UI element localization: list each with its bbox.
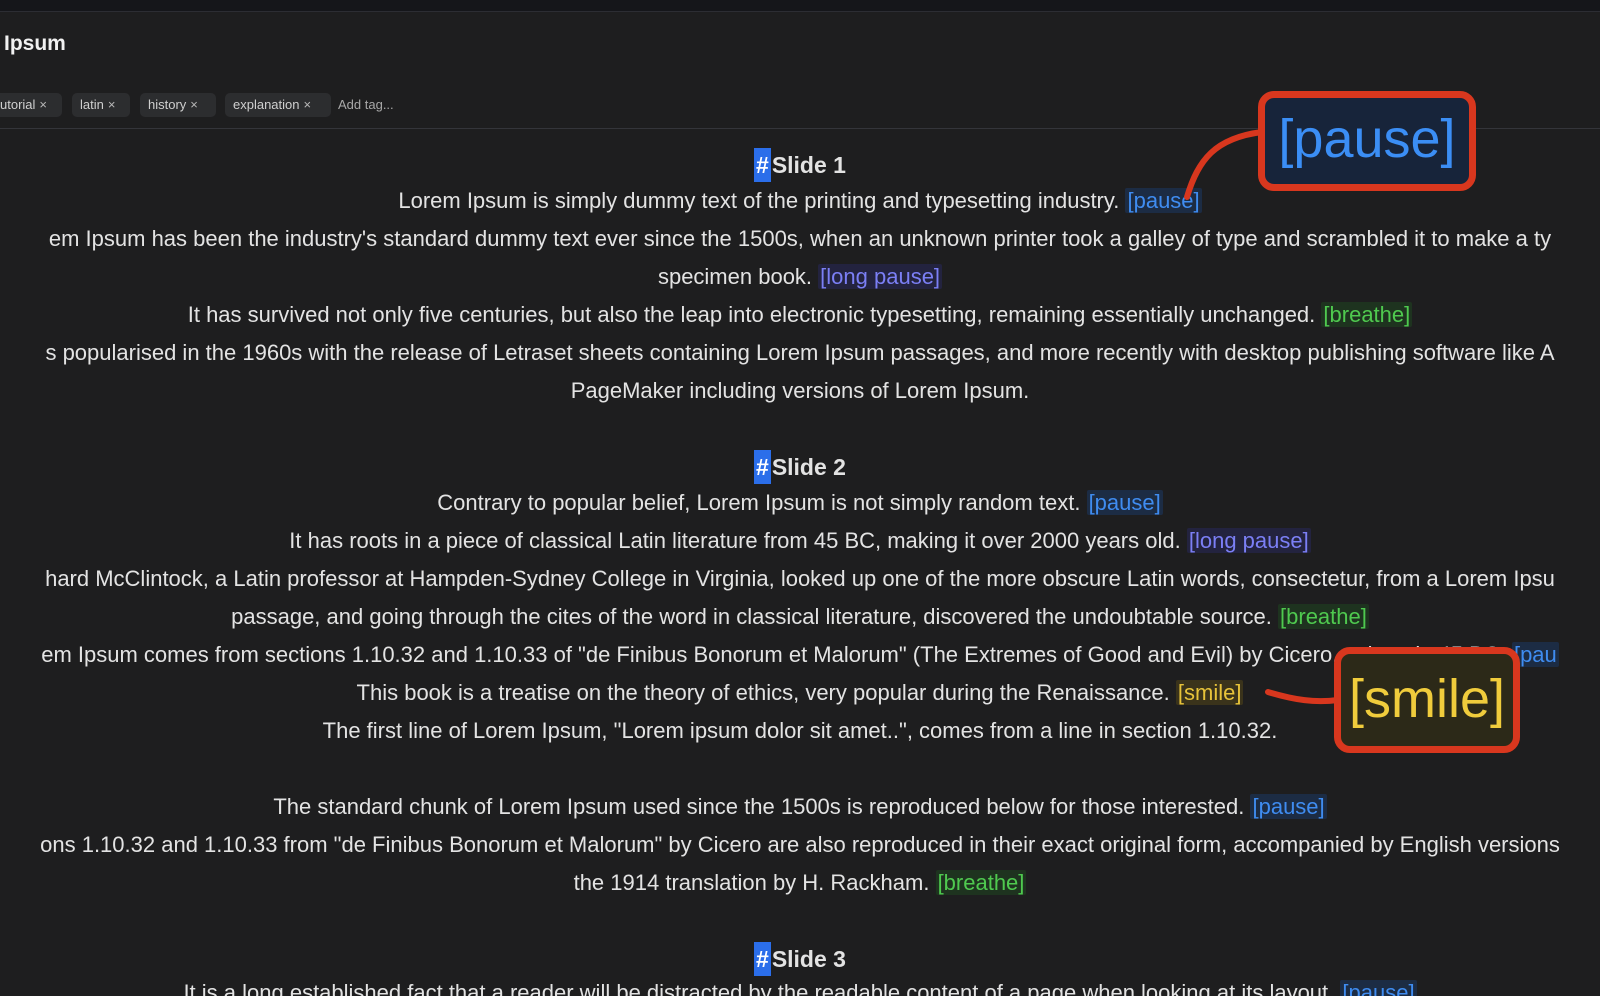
script-text: Contrary to popular belief, Lorem Ipsum … [437, 490, 1081, 515]
smile-cue-tag[interactable]: [smile] [1175, 680, 1244, 705]
script-line[interactable]: hard McClintock, a Latin professor at Ha… [0, 564, 1600, 594]
tag-chip[interactable]: history × [140, 93, 216, 117]
script-text: em Ipsum has been the industry's standar… [48, 226, 1552, 251]
script-text: This book is a treatise on the theory of… [356, 680, 1170, 705]
top-toolbar [0, 0, 1600, 12]
tag-chip[interactable]: latin × [72, 93, 130, 117]
heading-hash-marker: # [754, 148, 771, 182]
breathe-cue-tag[interactable]: [breathe] [1321, 302, 1413, 327]
script-line[interactable]: It is a long established fact that a rea… [0, 978, 1600, 996]
pause-cue-tag[interactable]: [pause] [1340, 980, 1417, 996]
script-text: specimen book. [657, 264, 813, 289]
script-line[interactable]: specimen book. [long pause] [0, 262, 1600, 292]
heading-hash-marker: # [754, 942, 771, 976]
script-text: The standard chunk of Lorem Ipsum used s… [273, 794, 1245, 819]
add-tag-input[interactable]: Add tag... [338, 93, 394, 117]
script-line[interactable]: PageMaker including versions of Lorem Ip… [0, 376, 1600, 406]
tag-chip[interactable]: utorial × [0, 93, 62, 117]
script-line[interactable]: s popularised in the 1960s with the rele… [0, 338, 1600, 368]
remove-tag-icon[interactable]: × [108, 97, 116, 112]
tag-label: explanation [233, 97, 300, 112]
script-text: Lorem Ipsum is simply dummy text of the … [398, 188, 1120, 213]
pause-cue-tag[interactable]: [pause] [1086, 490, 1163, 515]
script-text: em Ipsum comes from sections 1.10.32 and… [41, 642, 1506, 667]
script-text: hard McClintock, a Latin professor at Ha… [45, 566, 1555, 591]
heading-hash-marker: # [754, 450, 771, 484]
script-text: It has survived not only five centuries,… [187, 302, 1316, 327]
script-text: The first line of Lorem Ipsum, "Lorem ip… [322, 718, 1278, 743]
long-pause-cue-tag[interactable]: [long pause] [1186, 528, 1311, 553]
script-line[interactable]: ons 1.10.32 and 1.10.33 from "de Finibus… [0, 830, 1600, 860]
tag-label: history [148, 97, 187, 112]
breathe-cue-tag[interactable]: [breathe] [935, 870, 1027, 895]
script-text: It is a long established fact that a rea… [183, 980, 1335, 996]
tag-label: utorial [0, 97, 36, 112]
breathe-cue-tag[interactable]: [breathe] [1278, 604, 1369, 629]
pause-cue-tag[interactable]: [pause] [1250, 794, 1327, 819]
page-title[interactable]: Ipsum [4, 32, 66, 56]
script-text: s popularised in the 1960s with the rele… [45, 340, 1555, 365]
pause-callout-zoom: [pause] [1258, 91, 1476, 191]
script-text: It has roots in a piece of classical Lat… [289, 528, 1181, 553]
script-line[interactable]: It has roots in a piece of classical Lat… [0, 526, 1600, 556]
script-line[interactable]: passage, and going through the cites of … [0, 602, 1600, 632]
slide-heading-text: Slide 2 [771, 454, 846, 480]
tag-label: latin [80, 97, 104, 112]
script-line[interactable]: The standard chunk of Lorem Ipsum used s… [0, 792, 1600, 822]
long-pause-cue-tag[interactable]: [long pause] [818, 264, 943, 289]
slide-heading[interactable]: # Slide 3 [0, 942, 1600, 976]
slide-heading-text: Slide 3 [771, 946, 846, 972]
script-text: passage, and going through the cites of … [231, 604, 1272, 629]
script-line[interactable]: It has survived not only five centuries,… [0, 300, 1600, 330]
script-line[interactable]: the 1914 translation by H. Rackham. [bre… [0, 868, 1600, 898]
script-text: the 1914 translation by H. Rackham. [573, 870, 930, 895]
pause-cue-tag[interactable]: [pause] [1125, 188, 1202, 213]
remove-tag-icon[interactable]: × [190, 97, 198, 112]
remove-tag-icon[interactable]: × [304, 97, 312, 112]
smile-callout-zoom: [smile] [1334, 647, 1520, 753]
slide-heading-text: Slide 1 [771, 152, 846, 178]
remove-tag-icon[interactable]: × [39, 97, 47, 112]
slide-heading[interactable]: # Slide 2 [0, 450, 1600, 484]
script-line[interactable]: Contrary to popular belief, Lorem Ipsum … [0, 488, 1600, 518]
tag-chip[interactable]: explanation × [225, 93, 331, 117]
script-text: PageMaker including versions of Lorem Ip… [570, 378, 1030, 403]
script-text: ons 1.10.32 and 1.10.33 from "de Finibus… [40, 832, 1560, 857]
script-line[interactable]: em Ipsum has been the industry's standar… [0, 224, 1600, 254]
